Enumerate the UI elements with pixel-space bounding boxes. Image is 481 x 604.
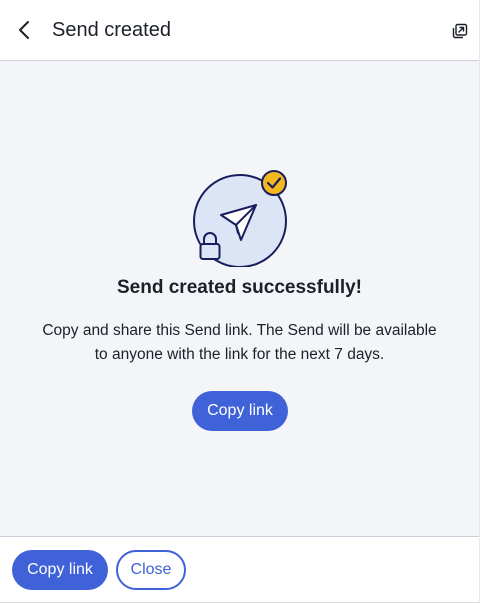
main-content: Send created successfully! Copy and shar… <box>0 61 479 536</box>
popout-button[interactable] <box>450 21 470 41</box>
check-badge-icon <box>261 170 287 196</box>
popout-window-icon <box>452 23 468 39</box>
success-description: Copy and share this Send link. The Send … <box>20 319 459 367</box>
footer-copy-link-button[interactable]: Copy link <box>12 550 108 590</box>
chevron-left-icon <box>19 21 29 39</box>
send-created-dialog: Send created Send created successfully! … <box>0 0 480 603</box>
close-button[interactable]: Close <box>116 550 186 590</box>
description-line-2: to anyone with the link for the next 7 d… <box>94 346 385 363</box>
copy-link-button[interactable]: Copy link <box>192 391 288 431</box>
back-button[interactable] <box>12 18 36 42</box>
header: Send created <box>0 0 479 61</box>
description-line-1: Copy and share this Send link. The Send … <box>42 322 437 339</box>
page-title: Send created <box>52 19 171 41</box>
footer: Copy link Close <box>0 536 479 602</box>
send-success-illustration <box>193 170 287 267</box>
success-heading: Send created successfully! <box>117 277 362 298</box>
